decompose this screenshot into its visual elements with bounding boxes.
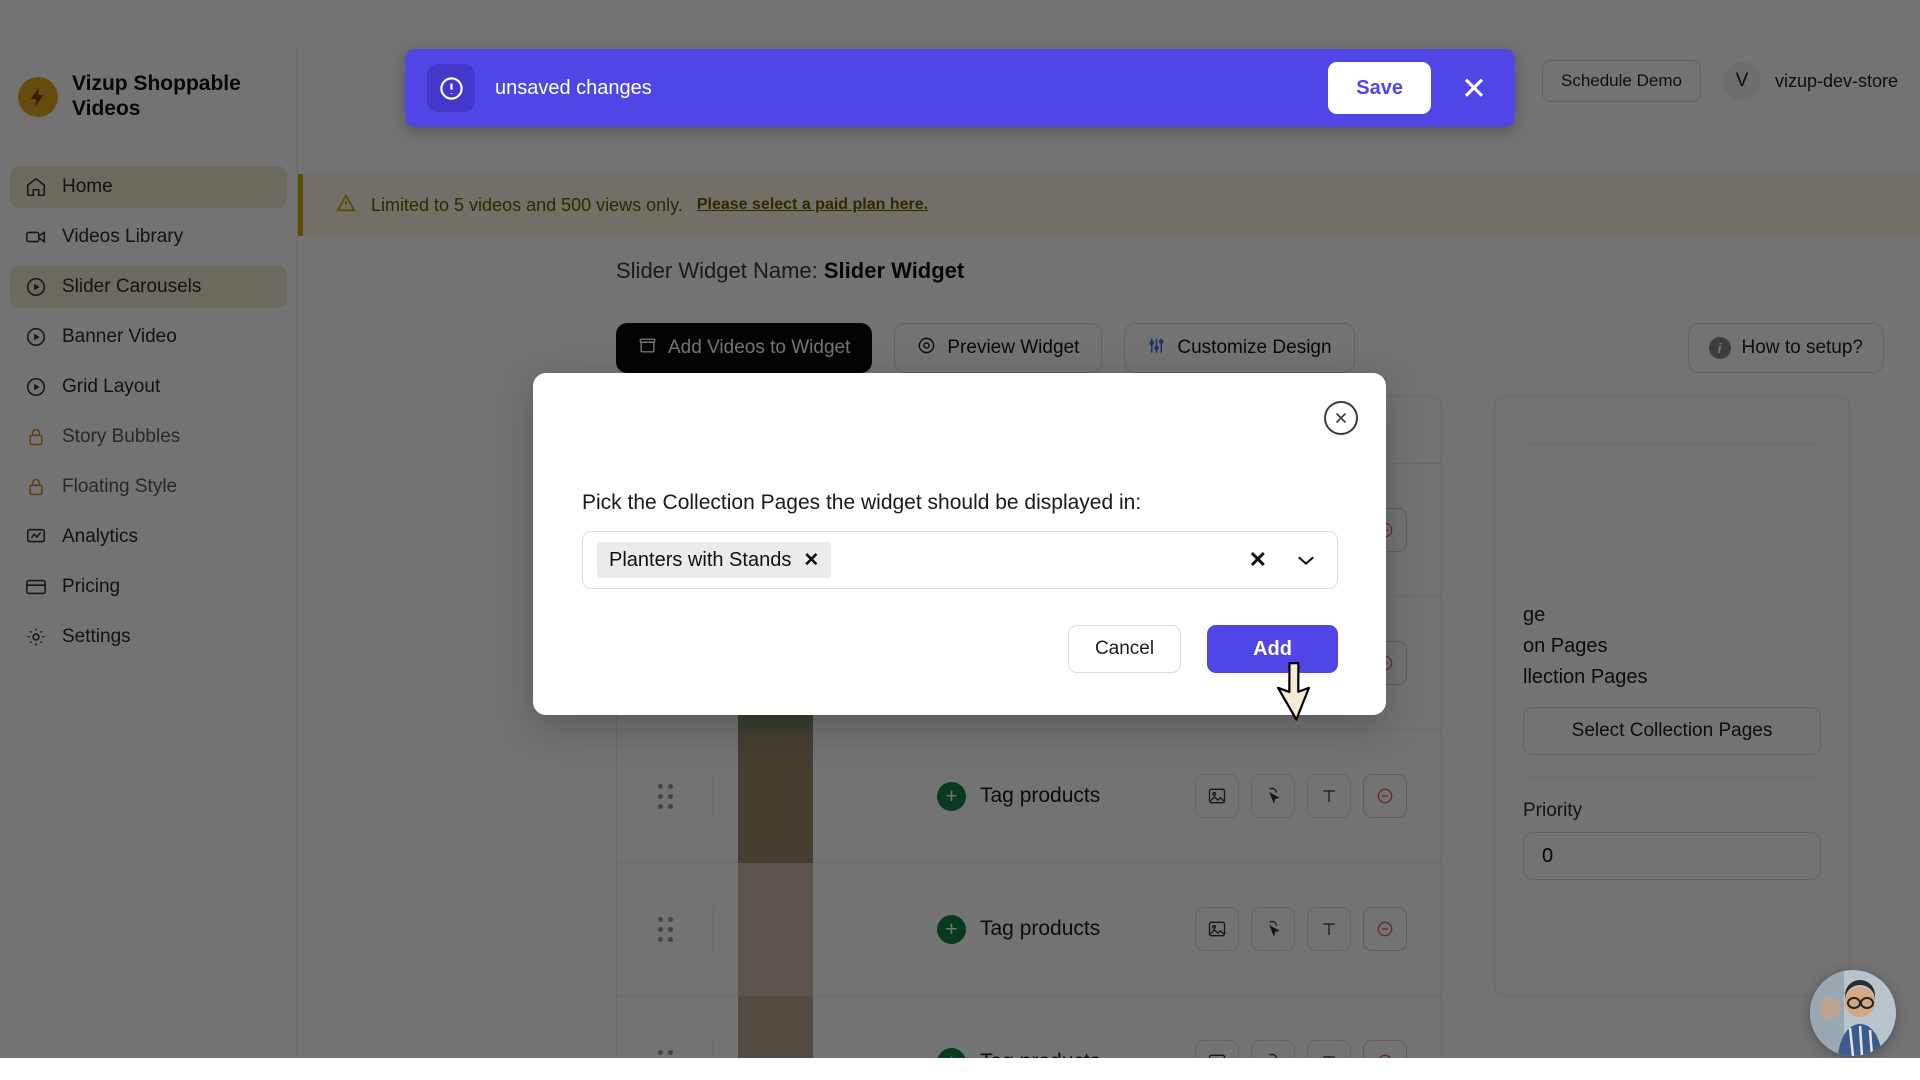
chevron-down-icon[interactable] <box>1297 550 1315 571</box>
modal-question: Pick the Collection Pages the widget sho… <box>582 491 1142 514</box>
selected-chip[interactable]: Planters with Stands ✕ <box>597 542 832 578</box>
collection-pages-modal: Pick the Collection Pages the widget sho… <box>533 373 1386 715</box>
unsaved-changes-toast: unsaved changes Save ✕ <box>405 49 1515 127</box>
select-controls: ✕ <box>1249 547 1323 573</box>
toast-message: unsaved changes <box>495 76 652 99</box>
alert-circle-icon <box>427 64 475 112</box>
app-root: Vizup Shoppable Videos Home Videos Libra… <box>0 0 1920 1080</box>
support-chat-avatar[interactable] <box>1810 970 1896 1056</box>
cancel-button[interactable]: Cancel <box>1067 625 1182 673</box>
save-button[interactable]: Save <box>1328 62 1432 114</box>
modal-actions: Cancel Add <box>1067 625 1338 673</box>
close-icon[interactable]: ✕ <box>1451 73 1497 104</box>
chip-remove-icon[interactable]: ✕ <box>803 549 819 572</box>
close-circle-icon[interactable] <box>1324 401 1358 435</box>
collection-pages-select[interactable]: Planters with Stands ✕ ✕ <box>582 531 1338 589</box>
add-button[interactable]: Add <box>1207 625 1338 673</box>
clear-x-icon[interactable]: ✕ <box>1249 547 1267 573</box>
chip-label: Planters with Stands <box>609 548 792 571</box>
bottom-bar <box>0 1058 1920 1080</box>
